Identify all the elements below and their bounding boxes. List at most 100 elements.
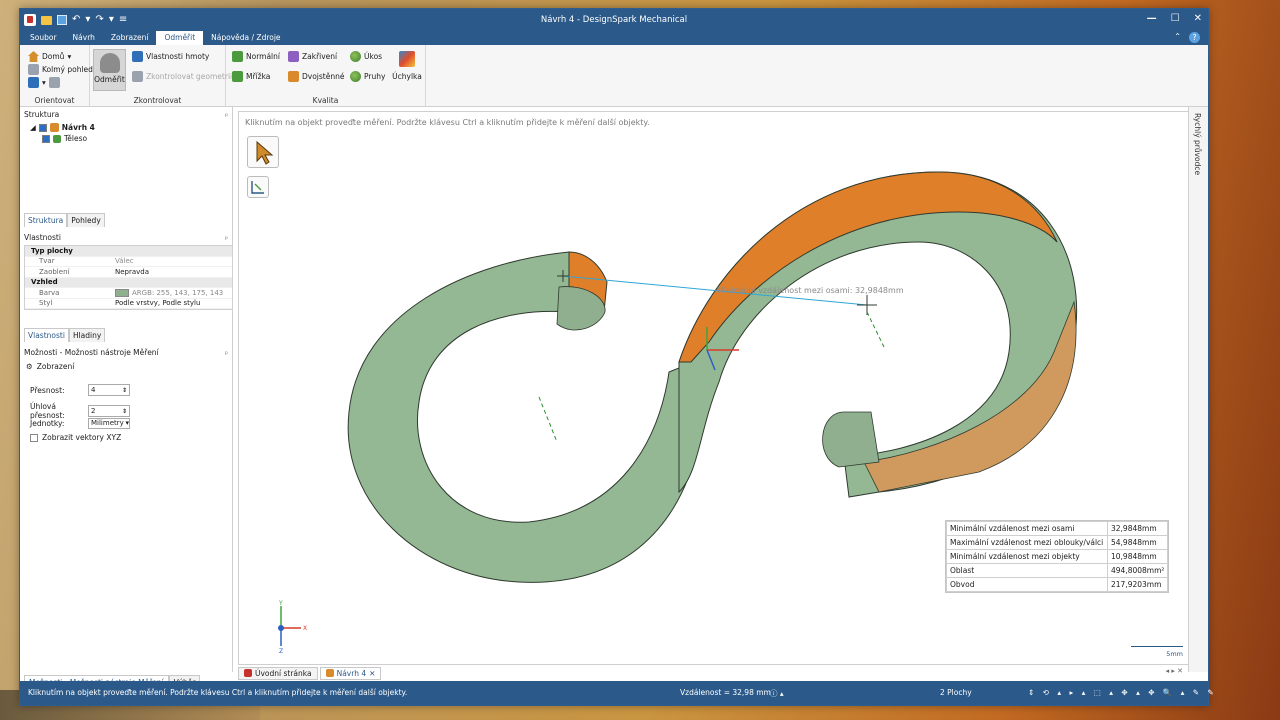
grid-icon: [232, 71, 243, 82]
prop-group-row[interactable]: Typ plochy: [25, 246, 232, 257]
stripes-button[interactable]: Pruhy: [350, 71, 385, 82]
scale-bar: 5mm: [1131, 646, 1183, 658]
normal-icon: [232, 51, 243, 62]
home-icon: [28, 51, 39, 62]
status-faces: 2 Plochy: [940, 688, 972, 697]
curvature-button[interactable]: Zakřivení: [288, 51, 337, 62]
prop-group-row[interactable]: Vzhled: [25, 277, 232, 288]
display-section[interactable]: ⚙ Zobrazení: [26, 362, 74, 371]
tab-home-page[interactable]: Úvodní stránka: [238, 666, 318, 680]
check-geometry-icon: [132, 71, 143, 82]
tab-navrh[interactable]: Návrh: [65, 31, 103, 45]
app-logo-icon: [24, 14, 36, 26]
svg-text:Z: Z: [279, 648, 283, 654]
visibility-checkbox[interactable]: [38, 123, 47, 132]
window-controls: — ☐ ✕: [1147, 13, 1202, 24]
pin-icon[interactable]: ₚ: [225, 110, 228, 118]
prop-row[interactable]: Zaoblení Nepravda: [25, 267, 232, 278]
group-label: Zkontrolovat: [133, 96, 182, 105]
group-kvalita: Normální Mřížka Zakřivení Dvojstěnné Úko…: [226, 45, 426, 107]
view-cube-button[interactable]: ▾: [28, 77, 60, 88]
mass-properties-button[interactable]: Vlastnosti hmoty: [132, 51, 209, 62]
quick-guide-strip[interactable]: Rychlý průvodce: [1188, 107, 1208, 672]
undo-dropdown-icon[interactable]: ▾: [85, 15, 90, 25]
open-folder-icon[interactable]: [41, 15, 52, 25]
axis-triad-icon: Y X Z: [278, 600, 307, 654]
pin-icon[interactable]: ₚ: [225, 233, 228, 241]
tree-child[interactable]: Těleso: [42, 134, 87, 143]
group-label: Orientovat: [34, 96, 75, 105]
svg-text:X: X: [303, 625, 307, 632]
tab-layers[interactable]: Hladiny: [68, 328, 106, 342]
expand-icon[interactable]: ◢: [30, 123, 36, 132]
ribbon-right-controls: ⌃ ?: [1174, 32, 1200, 43]
stepper-arrows-icon[interactable]: ⇕: [122, 408, 129, 415]
tab-properties[interactable]: Vlastnosti: [24, 328, 69, 342]
undo-icon[interactable]: ↶: [72, 15, 80, 25]
status-tools[interactable]: ⇕ ⟲ ▴ ▸ ▴ ⬚ ▴ ✥ ▴ ✥ 🔍 ▴ ✎ ✎: [1028, 688, 1217, 697]
close-tab-icon[interactable]: ✕: [369, 669, 375, 678]
check-geometry-button[interactable]: Zkontrolovat geometrii: [132, 71, 232, 82]
tab-views[interactable]: Pohledy: [67, 213, 105, 227]
left-pane: Struktura ₚ ◢ Návrh 4 Těleso Struktura P…: [20, 107, 233, 687]
tab-structure[interactable]: Struktura: [24, 213, 68, 227]
dihedral-button[interactable]: Dvojstěnné: [288, 71, 344, 82]
draft-icon: [350, 51, 361, 62]
result-row: Minimální vzdálenost mezi objekty 10,9848…: [946, 549, 1169, 564]
plan-view-button[interactable]: Kolmý pohled: [28, 64, 93, 75]
normal-button[interactable]: Normální: [232, 51, 280, 62]
customize-qat-icon[interactable]: ≡: [119, 15, 127, 25]
xyz-checkbox[interactable]: [30, 433, 38, 442]
help-icon[interactable]: ?: [1189, 32, 1200, 43]
deviation-button[interactable]: Úchylka: [392, 49, 422, 81]
tab-soubor[interactable]: Soubor: [22, 31, 65, 45]
group-zkontrolovat: Odměřit Vlastnosti hmoty Zkontrolovat ge…: [90, 45, 232, 107]
visibility-checkbox[interactable]: [42, 134, 50, 143]
options-panel-title: Možnosti - Možnosti nástroje Měření: [24, 348, 159, 357]
save-icon[interactable]: [57, 15, 67, 25]
home-button[interactable]: Domů ▾: [28, 51, 71, 62]
tree-root[interactable]: ◢ Návrh 4: [30, 123, 95, 132]
title-bar: ↶ ▾ ↷ ▾ ≡ Návrh 4 - DesignSpark Mechanic…: [20, 9, 1208, 31]
gear-icon: ⚙: [26, 362, 33, 371]
structure-tabs: Struktura Pohledy: [24, 213, 105, 227]
deviation-icon: [399, 51, 415, 67]
redo-dropdown-icon[interactable]: ▾: [109, 15, 114, 25]
info-icon[interactable]: ⓘ ▴: [770, 688, 784, 699]
window-title: Návrh 4 - DesignSpark Mechanical: [540, 15, 688, 25]
color-swatch[interactable]: [115, 288, 129, 297]
redo-icon[interactable]: ↷: [95, 15, 103, 25]
properties-panel-title: Vlastnosti: [24, 233, 61, 242]
pin-icon[interactable]: ₚ: [225, 348, 228, 356]
prop-row[interactable]: Tvar Válec: [25, 257, 232, 267]
orbit-icon: [48, 77, 60, 88]
precision-stepper[interactable]: 4 ⇕: [88, 384, 130, 396]
prop-row[interactable]: Styl Podle vrstvy, Podle stylu: [25, 299, 232, 309]
collapse-ribbon-icon[interactable]: ⌃: [1174, 32, 1181, 43]
maximize-icon[interactable]: ☐: [1171, 13, 1180, 24]
tab-zobrazeni[interactable]: Zobrazení: [103, 31, 157, 45]
grid-button[interactable]: Mřížka: [232, 71, 270, 82]
tab-design-4[interactable]: Návrh 4 ✕: [319, 666, 382, 680]
result-row: Minimální vzdálenost mezi osami 32,9848mm: [946, 521, 1169, 536]
tab-napoveda[interactable]: Nápověda / Zdroje: [203, 31, 288, 45]
mass-properties-icon: [132, 51, 143, 62]
units-select[interactable]: Milimetry ▾: [88, 418, 130, 429]
prop-group-label: Typ plochy: [31, 246, 73, 255]
tab-odmerit[interactable]: Odměřit: [156, 31, 204, 45]
measure-button[interactable]: Odměřit: [93, 49, 126, 91]
close-icon[interactable]: ✕: [1194, 13, 1202, 24]
angle-precision-stepper[interactable]: 2 ⇕: [88, 405, 130, 417]
draft-button[interactable]: Úkos: [350, 51, 382, 62]
prop-group-label: Vzhled: [31, 278, 58, 287]
minimize-icon[interactable]: —: [1147, 13, 1157, 24]
tab-right-icon[interactable]: ▸: [1171, 667, 1175, 675]
3d-viewport[interactable]: Kliknutím na objekt proveďte měření. Pod…: [238, 111, 1189, 665]
xyz-row[interactable]: Zobrazit vektory XYZ: [30, 433, 121, 442]
prop-row[interactable]: Barva ARGB: 255, 143, 175, 143: [25, 288, 232, 299]
tab-left-icon[interactable]: ◂: [1166, 667, 1170, 675]
close-all-icon[interactable]: ✕: [1177, 667, 1183, 675]
design-icon: [49, 123, 59, 132]
stepper-arrows-icon[interactable]: ⇕: [122, 387, 129, 394]
curvature-icon: [288, 51, 299, 62]
